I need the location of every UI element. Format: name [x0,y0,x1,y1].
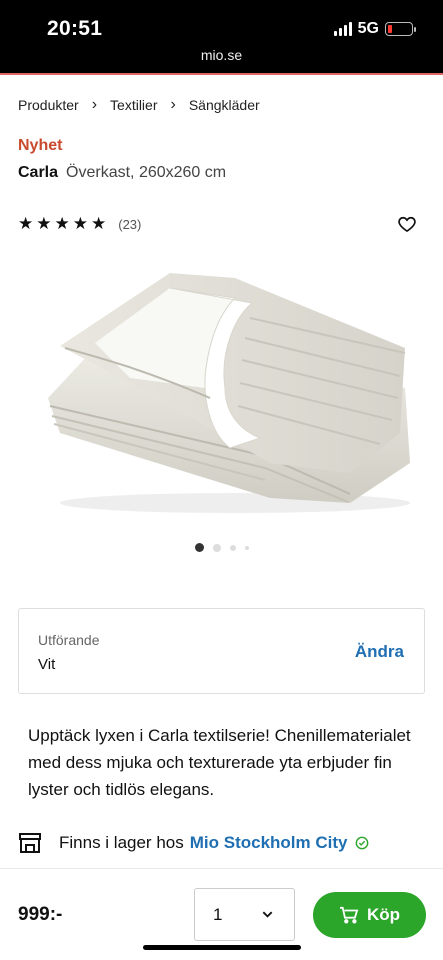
signal-icon [333,22,352,36]
carousel-dot-active[interactable] [194,543,204,552]
variant-label: Utförande [38,632,100,648]
status-icons: 5G [333,20,416,38]
star-icon: ★ [72,214,88,233]
change-variant-button[interactable]: Ändra [355,642,404,662]
chevron-right-icon: › [91,96,98,113]
product-name: Carla [18,164,59,181]
heart-icon[interactable] [397,214,417,234]
star-rating: ★ ★ ★ ★ ★ [18,214,106,234]
product-title: Carla Överkast, 260x260 cm [18,164,226,182]
stock-text: Finns i lager hos [59,833,184,852]
rating[interactable]: ★ ★ ★ ★ ★ (23) [18,214,141,234]
buy-label: Köp [366,905,401,924]
quantity-value: 1 [213,905,223,924]
clock: 20:51 [47,17,103,40]
star-icon: ★ [91,214,107,233]
new-badge: Nyhet [18,137,63,154]
image-carousel-dots[interactable] [0,543,443,552]
in-stock-check-icon [356,836,369,850]
star-icon: ★ [54,214,70,233]
cart-icon [339,906,359,924]
breadcrumb: Produkter › Textilier › Sängkläder [18,96,260,114]
battery-icon [385,22,416,36]
breadcrumb-item-produkter[interactable]: Produkter [18,97,79,113]
breadcrumb-item-sangklader[interactable]: Sängkläder [189,97,260,113]
home-indicator[interactable] [143,945,301,950]
store-link[interactable]: Mio Stockholm City [190,833,348,853]
star-icon: ★ [18,214,34,233]
variant-selector[interactable]: Utförande Vit Ändra [18,608,425,694]
product-description: Upptäck lyxen i Carla textilserie! Cheni… [28,726,411,799]
variant-value: Vit [38,656,56,673]
chevron-down-icon [262,911,273,918]
carousel-dot[interactable] [212,543,221,552]
review-count: (23) [118,216,142,232]
network-type: 5G [357,20,379,37]
page-load-indicator [0,73,443,75]
quantity-select[interactable]: 1 [194,888,295,941]
breadcrumb-item-textilier[interactable]: Textilier [110,97,157,113]
chevron-right-icon: › [170,96,176,113]
store-icon [19,833,41,853]
carousel-dot[interactable] [244,545,249,550]
star-icon: ★ [36,214,52,233]
product-image-folded-blanket[interactable] [20,258,420,520]
price: 999:- [18,904,63,925]
carousel-dot[interactable] [229,544,236,551]
buy-button[interactable]: Köp [313,892,426,938]
store-stock[interactable]: Finns i lager hos Mio Stockholm City [18,832,369,854]
address-bar[interactable]: mio.se [0,47,443,63]
status-bar: 20:51 5G mio.se [0,0,443,73]
product-subtitle: Överkast, 260x260 cm [66,164,227,181]
